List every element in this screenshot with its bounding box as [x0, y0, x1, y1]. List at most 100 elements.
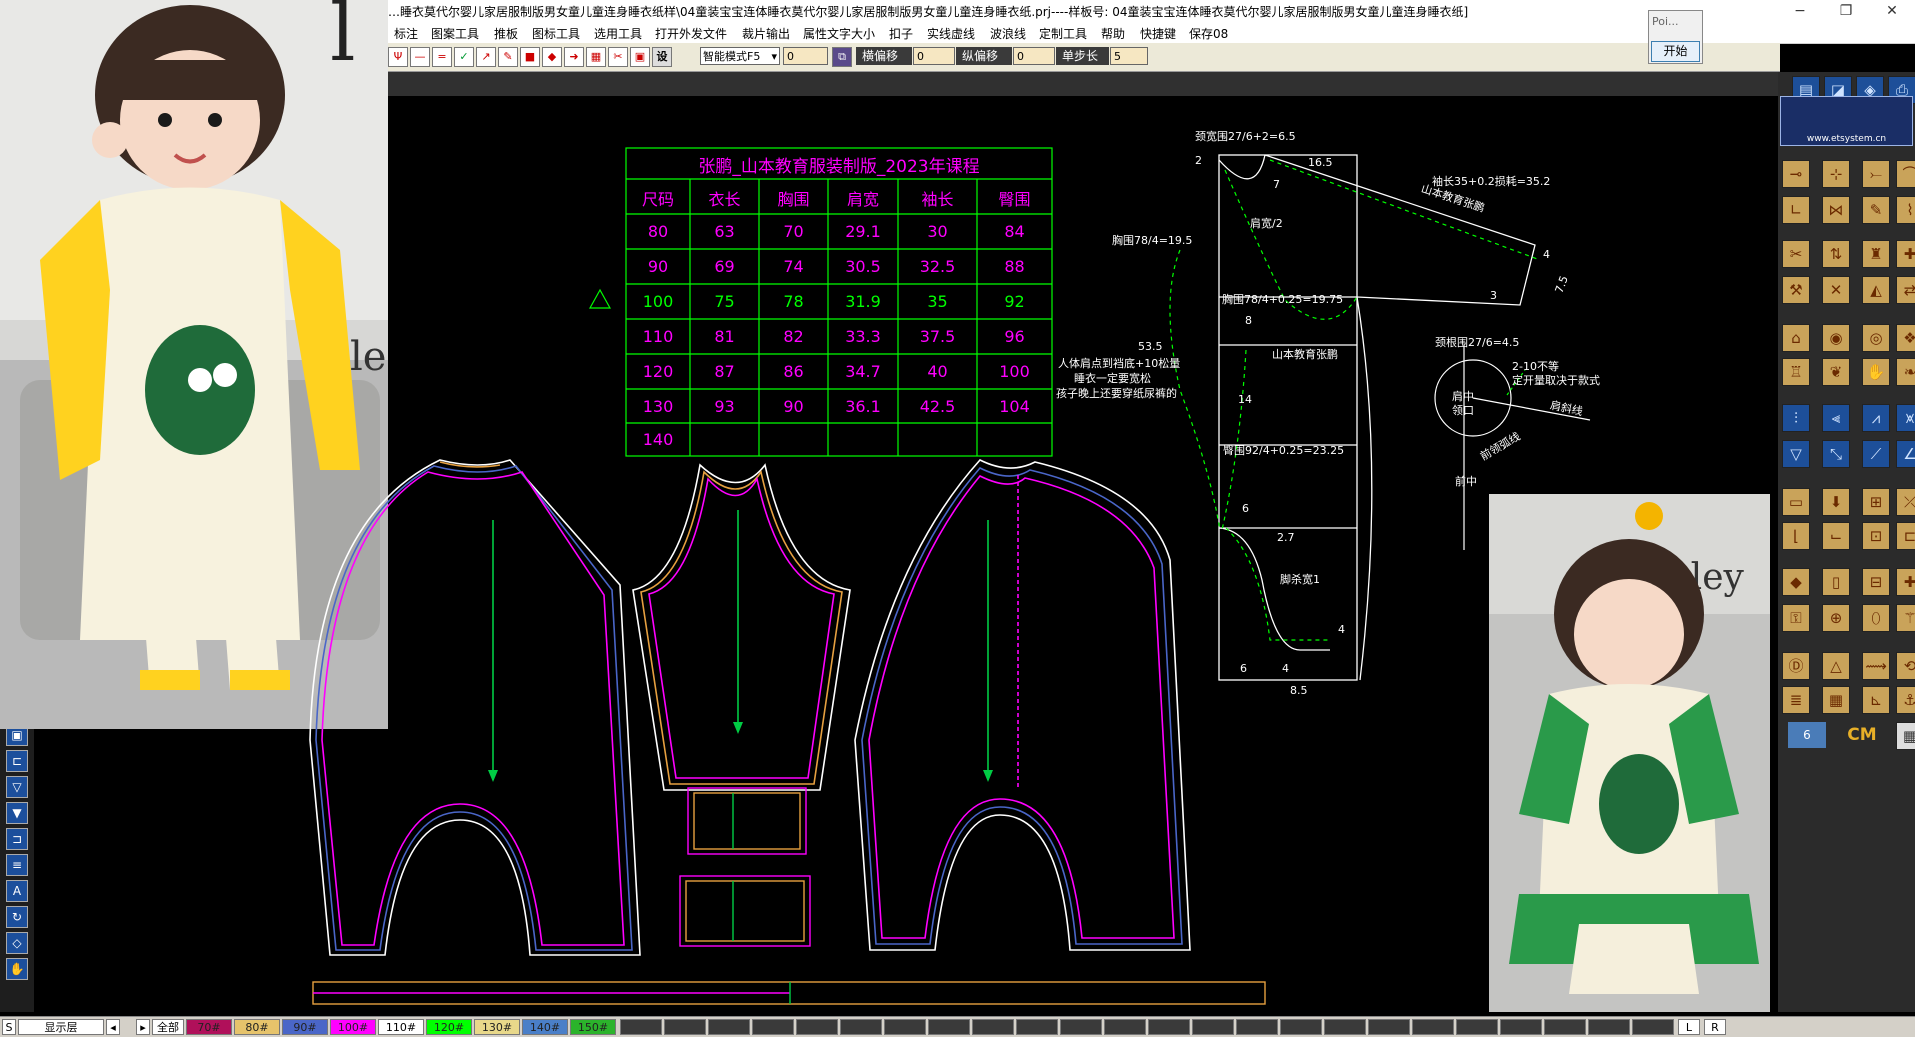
down-arrow-tool-icon[interactable]: ⬇: [1822, 488, 1850, 516]
table-tool-icon[interactable]: ▦: [1822, 686, 1850, 714]
empty-layer-slot[interactable]: [1500, 1019, 1542, 1035]
shoe-tool-icon[interactable]: ◭: [1862, 276, 1890, 304]
split-tool-icon[interactable]: ⊟: [1862, 568, 1890, 596]
triangle-tool-icon[interactable]: △: [1822, 652, 1850, 680]
slot-tool-icon[interactable]: ▯: [1822, 568, 1850, 596]
all-layers-button[interactable]: 全部: [152, 1019, 184, 1035]
layer-size-button[interactable]: 100#: [330, 1019, 376, 1035]
empty-layer-slot[interactable]: [752, 1019, 794, 1035]
plus-box-tool-icon[interactable]: ⊕: [1822, 604, 1850, 632]
layer-size-button[interactable]: 70#: [186, 1019, 232, 1035]
grade-tool-icon[interactable]: ⊞: [1862, 488, 1890, 516]
curve-tool-icon[interactable]: ⌒: [1896, 160, 1915, 188]
table-cell: 120: [642, 362, 674, 381]
bulb-tool-icon[interactable]: ◉: [1822, 324, 1850, 352]
empty-layer-slot[interactable]: [1236, 1019, 1278, 1035]
layer-size-button[interactable]: 150#: [570, 1019, 616, 1035]
s-button[interactable]: S: [2, 1019, 16, 1035]
ruler2-tool-icon[interactable]: ≣: [1782, 686, 1810, 714]
mirror-tool-icon[interactable]: ⋈: [1822, 196, 1850, 224]
empty-layer-slot[interactable]: [928, 1019, 970, 1035]
empty-layer-slot[interactable]: [1148, 1019, 1190, 1035]
cup-tool-icon[interactable]: ♖: [1782, 358, 1810, 386]
layer-size-button[interactable]: 110#: [378, 1019, 424, 1035]
empty-layer-slot[interactable]: [1588, 1019, 1630, 1035]
glove-tool-icon[interactable]: ✋: [1862, 358, 1890, 386]
add-tool-icon[interactable]: ✚: [1896, 568, 1915, 596]
pen-tool-icon[interactable]: ✎: [1862, 196, 1890, 224]
spiral-tool-icon[interactable]: ◎: [1862, 324, 1890, 352]
x-tool-icon[interactable]: ⤫: [1896, 488, 1915, 516]
layer-size-button[interactable]: 120#: [426, 1019, 472, 1035]
paw-tool-icon[interactable]: ❖: [1896, 324, 1915, 352]
empty-layer-slot[interactable]: [884, 1019, 926, 1035]
empty-layer-slot[interactable]: [620, 1019, 662, 1035]
empty-layer-slot[interactable]: [664, 1019, 706, 1035]
collar-tool-icon[interactable]: ⌊: [1782, 522, 1810, 550]
seam-tool-icon[interactable]: ⊏: [1896, 522, 1915, 550]
empty-layer-slot[interactable]: [840, 1019, 882, 1035]
scissors-tool-icon[interactable]: ✂: [1782, 240, 1810, 268]
wand-tool-icon[interactable]: ⚚: [1896, 604, 1915, 632]
empty-layer-slot[interactable]: [1192, 1019, 1234, 1035]
hem-tool-icon[interactable]: ⌙: [1822, 522, 1850, 550]
drill-tool-icon[interactable]: ⤡: [1822, 440, 1850, 468]
axis-tool-icon[interactable]: ⊾: [1862, 686, 1890, 714]
angle-tool-icon[interactable]: ∠: [1896, 440, 1915, 468]
ruler-tool-icon[interactable]: ⊸: [1782, 160, 1810, 188]
fold-tool-icon[interactable]: ⫷: [1822, 404, 1850, 432]
calculator-icon[interactable]: ▦: [1896, 722, 1915, 750]
sewing-tool-icon[interactable]: ⌂: [1782, 324, 1810, 352]
empty-layer-slot[interactable]: [1544, 1019, 1586, 1035]
next-layer-button[interactable]: ▸: [136, 1019, 150, 1035]
empty-layer-slot[interactable]: [1368, 1019, 1410, 1035]
plus-tool-icon[interactable]: ✚: [1896, 240, 1915, 268]
panel-tool-icon[interactable]: ▭: [1782, 488, 1810, 516]
unit-value-field[interactable]: 6: [1788, 722, 1826, 748]
empty-layer-slot[interactable]: [972, 1019, 1014, 1035]
pocket-tool-icon[interactable]: ⊡: [1862, 522, 1890, 550]
empty-layer-slot[interactable]: [796, 1019, 838, 1035]
ann-sleeve-len: 袖长35+0.2损耗=35.2: [1432, 175, 1551, 188]
hook-tool-icon[interactable]: ⚓: [1896, 686, 1915, 714]
slash-tool-icon[interactable]: ⟋: [1862, 440, 1890, 468]
empty-layer-slot[interactable]: [1456, 1019, 1498, 1035]
left-button[interactable]: L: [1678, 1019, 1700, 1035]
shirt-tool-icon[interactable]: ♜: [1862, 240, 1890, 268]
tape-tool-icon[interactable]: ⟿: [1862, 652, 1890, 680]
cone-tool-icon[interactable]: ▽: [1782, 440, 1810, 468]
empty-layer-slot[interactable]: [1412, 1019, 1454, 1035]
gather-tool-icon[interactable]: ⩙: [1896, 404, 1915, 432]
move-tool-icon[interactable]: ⇄: [1896, 276, 1915, 304]
empty-layer-slot[interactable]: [1060, 1019, 1102, 1035]
key-tool-icon[interactable]: ⚿: [1782, 604, 1810, 632]
point-tool-icon[interactable]: ⊹: [1822, 160, 1850, 188]
empty-layer-slot[interactable]: [708, 1019, 750, 1035]
tag-red-tool-icon[interactable]: ◆: [1782, 568, 1810, 596]
cross-tool-icon[interactable]: ✕: [1822, 276, 1850, 304]
leaf-tool-icon[interactable]: ❦: [1822, 358, 1850, 386]
dart-tool-icon[interactable]: ⩘: [1862, 404, 1890, 432]
bezier-tool-icon[interactable]: ⌇: [1896, 196, 1915, 224]
empty-layer-slot[interactable]: [1324, 1019, 1366, 1035]
drop-tool-icon[interactable]: ⬯: [1862, 604, 1890, 632]
foot-tool-icon[interactable]: ❧: [1896, 358, 1915, 386]
layer-size-button[interactable]: 140#: [522, 1019, 568, 1035]
layer-size-button[interactable]: 130#: [474, 1019, 520, 1035]
needle-tool-icon[interactable]: ⤚: [1862, 160, 1890, 188]
brush-tool-icon[interactable]: ⚒: [1782, 276, 1810, 304]
layer-size-button[interactable]: 90#: [282, 1019, 328, 1035]
scroll-tool-icon[interactable]: ⟲: [1896, 652, 1915, 680]
corner-tool-icon[interactable]: ∟: [1782, 196, 1810, 224]
unit-label[interactable]: CM: [1842, 722, 1882, 748]
arrows-tool-icon[interactable]: ⇅: [1822, 240, 1850, 268]
empty-layer-slot[interactable]: [1280, 1019, 1322, 1035]
d-tool-icon[interactable]: Ⓓ: [1782, 652, 1810, 680]
empty-layer-slot[interactable]: [1104, 1019, 1146, 1035]
prev-layer-button[interactable]: ◂: [106, 1019, 120, 1035]
right-button[interactable]: R: [1704, 1019, 1726, 1035]
empty-layer-slot[interactable]: [1016, 1019, 1058, 1035]
empty-layer-slot[interactable]: [1632, 1019, 1674, 1035]
pleat-tool-icon[interactable]: ⫶: [1782, 404, 1810, 432]
layer-size-button[interactable]: 80#: [234, 1019, 280, 1035]
